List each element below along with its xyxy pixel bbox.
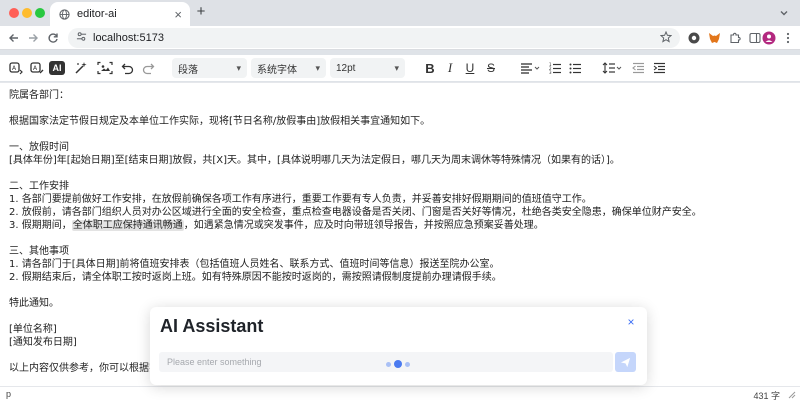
paragraph-text: 以上内容仅供参考，你可以根据实 <box>9 363 159 374</box>
bookmark-star-icon[interactable] <box>659 30 673 46</box>
paragraph[interactable]: 2. 放假前，请各部门组织人员对办公区域进行全面的安全检查，重点检查电器设备是否… <box>9 206 789 219</box>
paragraph[interactable]: 根据国家法定节假日规定及本单位工作实际，现将[节日名称/放假事由]放假相关事宜通… <box>9 115 789 128</box>
ai-assistant-panel: AI Assistant × <box>150 307 647 385</box>
ai-button[interactable]: AI <box>49 61 65 75</box>
paragraph[interactable]: 2. 假期结束后，请全体职工按时返岗上班。如有特殊原因不能按时返岗的，需按照请假… <box>9 271 789 284</box>
underline-button[interactable]: U <box>461 59 479 77</box>
new-tab-button[interactable]: + <box>193 4 209 20</box>
line-height-icon[interactable] <box>600 59 624 77</box>
paragraph-text: 2. 放假前，请各部门组织人员对办公区域进行全面的安全检查，重点检查电器设备是否… <box>9 207 702 218</box>
paragraph-text: 1. 各部门要提前做好工作安排，在放假前确保各项工作有序进行，重要工作要有专人负… <box>9 194 592 205</box>
paragraph-text: 3. 假期期间， <box>9 220 72 231</box>
paragraph[interactable]: 一、放假时间 <box>9 141 789 154</box>
outdent-icon[interactable] <box>629 59 647 77</box>
globe-icon <box>58 8 70 20</box>
chevron-down-icon: ▾ <box>236 62 241 73</box>
paragraph[interactable]: 二、工作安排 <box>9 180 789 193</box>
tab-title: editor-ai <box>77 8 117 20</box>
element-path[interactable]: p <box>6 389 11 399</box>
chevron-down-icon: ▾ <box>394 62 399 73</box>
forward-arrow-icon[interactable] <box>25 30 41 46</box>
paragraph-text: ，如遇紧急情况或突发事件，应及时向带班领导报告，并按照应急预案妥善处理。 <box>183 220 544 231</box>
loading-indicator <box>386 360 410 368</box>
paragraph[interactable]: 院属各部门： <box>9 89 789 102</box>
paragraph-text: 根据国家法定节假日规定及本单位工作实际，现将[节日名称/放假事由]放假相关事宜通… <box>9 116 431 127</box>
window-close-button[interactable] <box>9 8 19 18</box>
browser-menu-icon[interactable] <box>780 30 796 46</box>
reload-icon[interactable] <box>45 30 61 46</box>
paragraph-text: 院属各部门： <box>9 90 69 101</box>
ai-panel-title: AI Assistant <box>160 316 264 336</box>
ai-continue-icon[interactable]: A <box>7 59 25 77</box>
paragraph-text: [单位名称] <box>9 324 57 335</box>
paragraph[interactable]: 三、其他事项 <box>9 245 789 258</box>
browser-tab[interactable]: editor-ai × <box>50 2 190 26</box>
ai-magic-icon[interactable] <box>72 59 90 77</box>
svg-text:A: A <box>12 65 17 72</box>
paragraph-text: [具体年份]年[起始日期]至[结束日期]放假，共[X]天。其中，[具体说明哪几天… <box>9 155 620 166</box>
undo-icon[interactable] <box>118 59 136 77</box>
ai-rewrite-icon[interactable]: A <box>28 59 46 77</box>
redo-icon[interactable] <box>139 59 157 77</box>
paragraph[interactable]: 3. 假期期间，全体职工应保持通讯畅通，如遇紧急情况或突发事件，应及时向带班领导… <box>9 219 789 232</box>
indent-icon[interactable] <box>650 59 668 77</box>
svg-text:3: 3 <box>549 70 552 74</box>
loading-dot <box>386 361 391 367</box>
selected-text: 全体职工应保持通讯畅通 <box>71 220 184 231</box>
profile-avatar-icon[interactable] <box>761 30 777 46</box>
loading-dot <box>394 360 402 368</box>
browser-tabstrip: editor-ai × + <box>0 0 800 26</box>
metamask-icon[interactable] <box>706 30 722 46</box>
window-maximize-button[interactable] <box>35 8 45 18</box>
send-icon <box>620 357 631 367</box>
editor-statusbar: p 431 字 <box>0 386 800 401</box>
paragraph-format-select[interactable]: 段落 ▾ <box>172 58 247 78</box>
address-bar[interactable]: localhost:5173 <box>68 28 680 48</box>
site-info-icon[interactable] <box>76 31 87 45</box>
url-text: localhost:5173 <box>93 32 164 44</box>
empty-paragraph[interactable] <box>9 128 789 141</box>
bold-button[interactable]: B <box>421 59 439 77</box>
chevron-down-icon: ▾ <box>315 62 320 73</box>
font-family-select[interactable]: 系统字体 ▾ <box>251 58 326 78</box>
close-icon[interactable]: × <box>625 315 637 329</box>
empty-paragraph[interactable] <box>9 167 789 180</box>
empty-paragraph[interactable] <box>9 284 789 297</box>
paragraph[interactable]: 1. 请各部门于[具体日期]前将值班安排表（包括值班人员姓名、联系方式、值班时间… <box>9 258 789 271</box>
window-minimize-button[interactable] <box>22 8 32 18</box>
paragraph-text: 二、工作安排 <box>9 181 69 192</box>
paragraph-text: 三、其他事项 <box>9 246 69 257</box>
align-left-icon[interactable] <box>518 59 542 77</box>
paragraph-text: [通知发布日期] <box>9 337 77 348</box>
puzzle-icon[interactable] <box>727 30 743 46</box>
ordered-list-icon[interactable]: 123 <box>546 59 564 77</box>
paragraph-text: 特此通知。 <box>9 298 59 309</box>
paragraph-text: 一、放假时间 <box>9 142 69 153</box>
italic-button[interactable]: I <box>441 59 459 77</box>
send-button[interactable] <box>615 352 636 372</box>
tab-close-icon[interactable]: × <box>174 7 182 22</box>
editor-toolbar: A A AI 段落 ▾ 系统字体 ▾ 12pt ▾ B I U S 123 <box>0 55 800 81</box>
paragraph[interactable]: 1. 各部门要提前做好工作安排，在放假前确保各项工作有序进行，重要工作要有专人负… <box>9 193 789 206</box>
strikethrough-button[interactable]: S <box>482 59 500 77</box>
tab-search-icon[interactable] <box>777 6 791 20</box>
github-icon[interactable] <box>686 30 702 46</box>
paragraph-text: 1. 请各部门于[具体日期]前将值班安排表（包括值班人员姓名、联系方式、值班时间… <box>9 259 500 270</box>
empty-paragraph[interactable] <box>9 102 789 115</box>
loading-dot <box>405 361 410 367</box>
paragraph[interactable]: [具体年份]年[起始日期]至[结束日期]放假，共[X]天。其中，[具体说明哪几天… <box>9 154 789 167</box>
empty-paragraph[interactable] <box>9 232 789 245</box>
resize-handle-icon[interactable] <box>787 390 796 399</box>
back-arrow-icon[interactable] <box>6 30 22 46</box>
browser-addressbar: localhost:5173 <box>0 26 800 50</box>
svg-text:A: A <box>33 65 38 72</box>
bullet-list-icon[interactable] <box>566 59 584 77</box>
paragraph-text: 2. 假期结束后，请全体职工按时返岗上班。如有特殊原因不能按时返岗的，需按照请假… <box>9 272 502 283</box>
font-size-select[interactable]: 12pt ▾ <box>330 58 405 78</box>
ai-image-icon[interactable] <box>96 59 114 77</box>
word-count: 431 字 <box>753 391 780 401</box>
